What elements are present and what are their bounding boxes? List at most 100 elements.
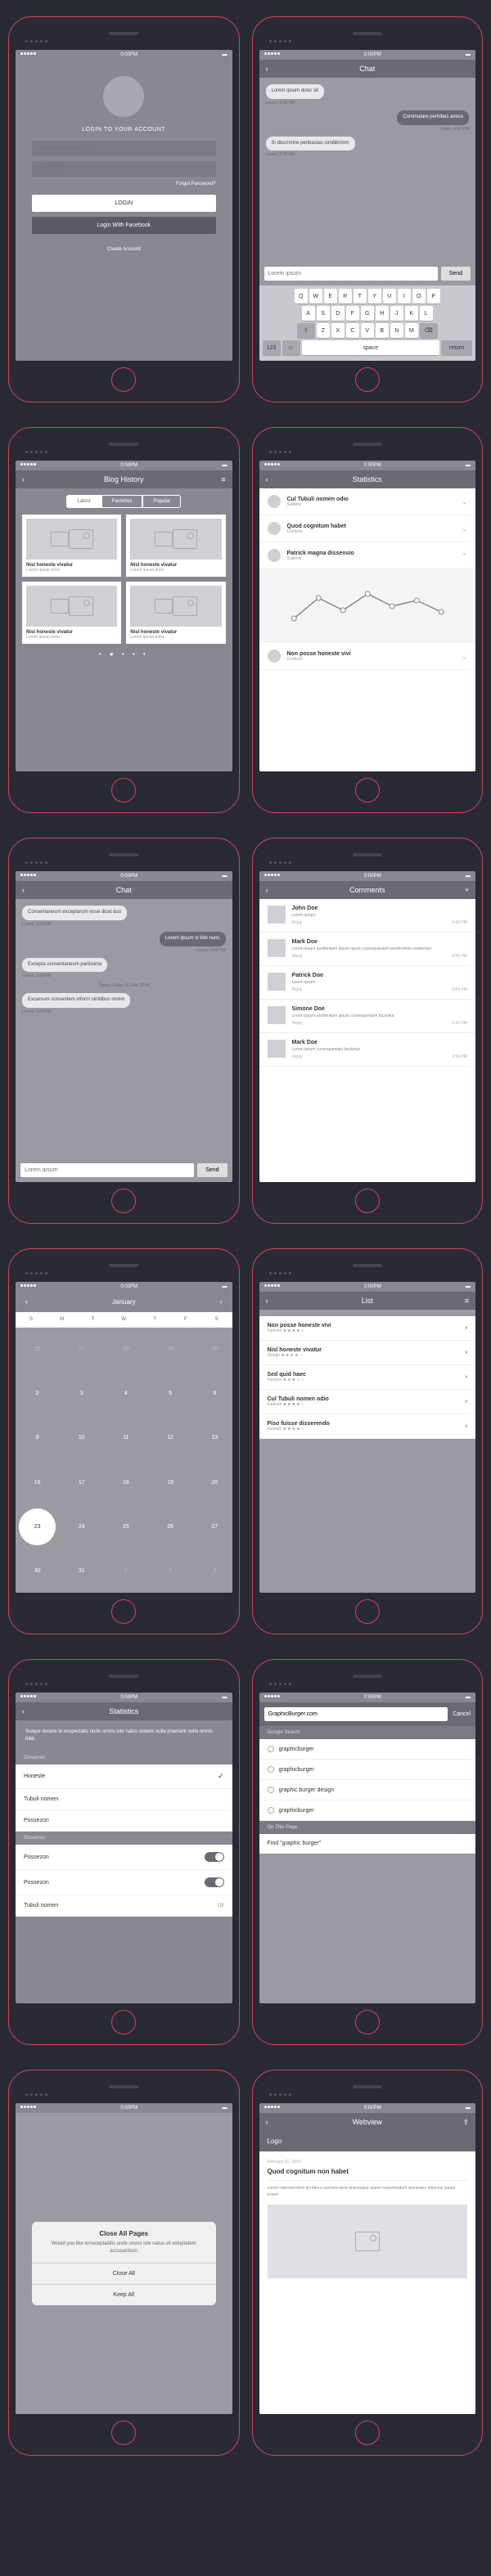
alert-body: Would you like torreceptabilis unde omni… — [32, 2241, 216, 2263]
comment-row[interactable]: Patrick DoeLorem ipsumReply0:00 PM — [259, 966, 476, 1000]
forgot-link[interactable]: Forgot Password? — [176, 182, 216, 187]
phone-settings: 0:00PM▬ ‹Statistics Suique docere te exs… — [8, 1659, 240, 2045]
message-input[interactable] — [20, 1163, 194, 1177]
toggle-row[interactable]: Possezon — [16, 1870, 232, 1895]
navbar: ‹Chat — [259, 60, 476, 78]
message-bubble: Si discrimine peribastas similibrimm — [266, 137, 355, 151]
search-result[interactable]: graphicburger — [259, 1801, 476, 1821]
stat-row[interactable]: Cul Tubuli nomen odioSublime⌄ — [259, 488, 476, 515]
menu-icon[interactable]: ≡ — [221, 475, 225, 483]
chevron-right-icon: › — [466, 1325, 467, 1331]
checkmark-icon: ✓ — [218, 1772, 224, 1781]
chevron-down-icon: ⌄ — [462, 653, 467, 660]
toggle-row[interactable]: Tubuli nomenOff — [16, 1895, 232, 1917]
chevron-up-icon: ⌃ — [462, 552, 467, 560]
chat-messages: Lorem ipsum dolor sitLorem, 0:00 PM Comm… — [259, 78, 476, 262]
search-result[interactable]: graphicburger — [259, 1739, 476, 1760]
blog-card[interactable]: Nisl honeste vivaturLorem ipsum dolor — [126, 515, 225, 577]
phone-chat-keyboard: 0:00PM▬ ‹Chat Lorem ipsum dolor sitLorem… — [252, 16, 484, 402]
article-image — [268, 2205, 468, 2278]
password-field[interactable] — [32, 161, 216, 177]
list-item[interactable]: Sed quid haecFashion ★★★☆☆› — [259, 1365, 476, 1390]
chevron-down-icon: ⌄ — [462, 525, 467, 533]
line-chart — [259, 569, 476, 643]
option-row[interactable]: Possezon — [16, 1810, 232, 1832]
phone-calendar: 0:00PM▬ ‹January› SMTWTFS 26272829303112… — [8, 1248, 240, 1634]
back-icon[interactable]: ‹ — [22, 1707, 25, 1715]
blog-card[interactable]: Nisl honeste vivaturLorem ipsum dolor — [22, 582, 121, 644]
send-button[interactable]: Send — [441, 267, 471, 281]
message-bubble: Lorem ipsum dolor sit — [266, 84, 324, 99]
login-title: LOGIN TO YOUR ACCOUNT — [82, 127, 165, 133]
chevron-down-icon: ⌄ — [462, 498, 467, 506]
blog-card[interactable]: Nisl honeste vivaturLorem ipsum dolor — [126, 582, 225, 644]
facebook-login-button[interactable]: Login With Facebook — [32, 217, 216, 234]
tab-latest[interactable]: Latest — [66, 495, 101, 508]
tab-popular[interactable]: Popular — [142, 495, 181, 508]
back-icon[interactable]: ‹ — [22, 475, 25, 483]
phone-search: 0:00PM▬ Cancel Google Search graphicburg… — [252, 1659, 484, 2045]
status-time: 0:00PM — [120, 52, 137, 57]
article-body: Lorem reprehenderit qui libero reprehend… — [268, 2186, 468, 2198]
back-icon[interactable]: ‹ — [266, 475, 268, 483]
phone-list: 0:00PM▬ ‹List≡ Non posse honeste viviFas… — [252, 1248, 484, 1634]
alert-title: Close All Pages — [32, 2222, 216, 2241]
back-icon[interactable]: ‹ — [266, 65, 268, 73]
toggle-row[interactable]: Possezon — [16, 1845, 232, 1870]
phone-blog: 0:00PM▬ ‹Blog History≡ Latest Favorites … — [8, 427, 240, 813]
search-input[interactable] — [264, 1707, 448, 1721]
toggle-switch — [205, 1852, 224, 1862]
message-bubble: Commutare perhibes amico — [397, 110, 469, 125]
comment-row[interactable]: Mark DoeLorem ipsum consequentam faciunt… — [259, 1033, 476, 1067]
create-account-link[interactable]: Create Account — [107, 247, 141, 252]
phone-statistics: 0:00PM▬ ‹Statistics Cul Tubuli nomen odi… — [252, 427, 484, 813]
list-item[interactable]: Piso fuisse disserendoFashion ★★★★☆› — [259, 1414, 476, 1439]
next-month-icon[interactable]: › — [220, 1298, 223, 1306]
blog-card[interactable]: Nisl honeste vivaturLorem ipsum dolor — [22, 515, 121, 577]
stat-row[interactable]: Non posse honeste viviConferre⌄ — [259, 643, 476, 670]
back-icon[interactable]: ‹ — [22, 886, 25, 894]
message-input[interactable] — [264, 267, 438, 281]
avatar — [268, 906, 286, 924]
phone-webview: 0:00PM▬ ‹Webview⇪ Logo February 01, 2014… — [252, 2070, 484, 2456]
stat-row[interactable]: Patrick magna dissensioSublime⌃ — [259, 542, 476, 569]
toggle-switch — [205, 1877, 224, 1887]
stat-row[interactable]: Quod cognitum habetConferre⌄ — [259, 515, 476, 542]
cancel-button[interactable]: Cancel — [453, 1711, 471, 1717]
email-field[interactable] — [32, 141, 216, 156]
login-button[interactable]: LOGIN — [32, 195, 216, 212]
phone-modal: 0:00PM▬ Close All Pages Would you like t… — [8, 2070, 240, 2456]
add-icon[interactable]: + — [465, 886, 469, 894]
comment-row[interactable]: John DoeLorem ipsumReply0:00 PM — [259, 899, 476, 933]
comment-row[interactable]: Simone DoeLorem ipsum posifentiam ipsum … — [259, 1000, 476, 1033]
tab-favorites[interactable]: Favorites — [101, 495, 143, 508]
month-label: January — [112, 1298, 135, 1306]
option-row[interactable]: Tubuli nomen — [16, 1789, 232, 1810]
list-item[interactable]: Non posse honeste viviFashion ★★★★☆› — [259, 1316, 476, 1341]
phone-chat: 0:00PM▬ ‹Chat Consentaneum exceptarum es… — [8, 838, 240, 1224]
site-logo: Logo — [259, 2131, 476, 2151]
settings-description: Suique docere te exspectatis unde omnis … — [16, 1720, 232, 1751]
date-divider: Today, Friday, 01 Feb. 2014 — [22, 983, 226, 988]
back-icon[interactable]: ‹ — [266, 886, 268, 894]
article-date: February 01, 2014 — [268, 2160, 468, 2165]
search-icon — [268, 1746, 274, 1752]
keep-all-button[interactable]: Keep All — [32, 2284, 216, 2305]
send-button[interactable]: Send — [197, 1163, 227, 1177]
prev-month-icon[interactable]: ‹ — [25, 1298, 28, 1306]
close-all-button[interactable]: Close All — [32, 2263, 216, 2284]
avatar — [103, 76, 144, 117]
search-result[interactable]: graphic burger design — [259, 1780, 476, 1801]
calendar-grid[interactable]: 2627282930311234567891011121314151617181… — [16, 1328, 232, 1593]
find-on-page[interactable]: Find "graphic burger" — [259, 1834, 476, 1854]
menu-icon[interactable]: ≡ — [465, 1297, 469, 1305]
list-item[interactable]: Nisl honeste vivaturDesign ★★★★☆› — [259, 1341, 476, 1365]
list-item[interactable]: Cul Tubuli nomen odioFashion ★★★★☆› — [259, 1390, 476, 1414]
keyboard[interactable]: QWERTYUIOP ASDFGHJKL ⇧ZXCVBNM⌫ 123☺space… — [259, 285, 476, 361]
search-result[interactable]: graphicburger — [259, 1760, 476, 1780]
back-icon[interactable]: ‹ — [266, 2118, 268, 2126]
back-icon[interactable]: ‹ — [266, 1297, 268, 1305]
comment-row[interactable]: Mark DoeLorem ipsum posifentiam ipsum ip… — [259, 933, 476, 966]
option-row[interactable]: Honeste✓ — [16, 1765, 232, 1789]
share-icon[interactable]: ⇪ — [462, 2118, 469, 2127]
